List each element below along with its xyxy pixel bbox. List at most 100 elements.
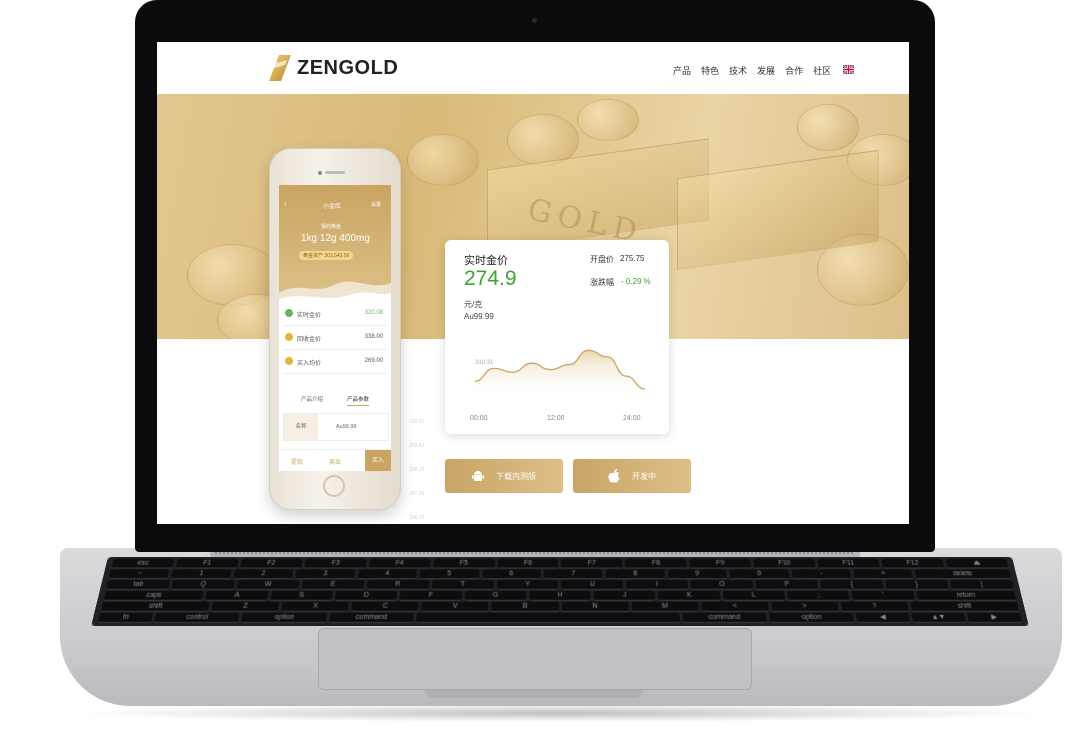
back-icon[interactable]: ‹: [284, 199, 287, 208]
key[interactable]: F1: [175, 558, 239, 569]
key[interactable]: X: [281, 601, 350, 612]
key[interactable]: }: [885, 580, 949, 590]
key[interactable]: ▶: [967, 612, 1022, 623]
key[interactable]: F2: [239, 558, 303, 569]
key[interactable]: 5: [419, 569, 479, 580]
nav-item-features[interactable]: 特色: [701, 64, 719, 77]
key[interactable]: U: [561, 580, 624, 590]
key[interactable]: W: [236, 580, 300, 590]
apple-icon: [608, 469, 620, 483]
key[interactable]: command: [682, 612, 768, 623]
key[interactable]: ?: [840, 601, 909, 612]
key[interactable]: caps: [103, 590, 205, 601]
buy-button[interactable]: 买入: [365, 450, 391, 471]
key[interactable]: return: [915, 590, 1017, 601]
key[interactable]: M: [631, 601, 699, 612]
key[interactable]: F3: [304, 558, 367, 569]
key[interactable]: F9: [689, 558, 752, 569]
price-chart: 310.31 00:00 12:00 24:00: [470, 349, 646, 422]
key[interactable]: 9: [667, 569, 728, 580]
key[interactable]: ◀: [856, 612, 911, 623]
key[interactable]: ▲▼: [911, 612, 967, 623]
nav-item-cooperation[interactable]: 合作: [785, 64, 803, 77]
key[interactable]: Z: [211, 601, 280, 612]
key[interactable]: option: [769, 612, 855, 623]
key[interactable]: 1: [170, 569, 232, 580]
app-settings[interactable]: 设置: [371, 201, 381, 208]
trackpad[interactable]: [318, 628, 752, 690]
tab-product-params[interactable]: 产品参数: [347, 395, 370, 406]
key[interactable]: {: [820, 580, 884, 590]
tab-product-intro[interactable]: 产品介绍: [301, 395, 323, 403]
key[interactable]: ;: [787, 590, 850, 601]
app-row-avg-price[interactable]: 买入均价 269.00: [283, 351, 387, 374]
key[interactable]: shift: [910, 601, 1020, 612]
key[interactable]: esc: [111, 558, 175, 569]
key[interactable]: F7: [561, 558, 623, 569]
key[interactable]: F10: [753, 558, 816, 569]
nav-item-products[interactable]: 产品: [673, 64, 691, 77]
key[interactable]: D: [334, 590, 398, 601]
key[interactable]: shift: [100, 601, 210, 612]
key[interactable]: F6: [497, 558, 559, 569]
sell-button[interactable]: 卖出: [329, 457, 341, 466]
key[interactable]: T: [431, 580, 494, 590]
key[interactable]: B: [491, 601, 559, 612]
key[interactable]: S: [270, 590, 333, 601]
key[interactable]: >: [770, 601, 839, 612]
app-row-realtime-price[interactable]: 实时金价 320.08: [283, 303, 387, 326]
download-beta-button[interactable]: 下载内测版: [445, 459, 563, 493]
nav-item-development[interactable]: 发展: [757, 64, 775, 77]
key[interactable]: I: [626, 580, 689, 590]
key[interactable]: Q: [171, 580, 235, 590]
key[interactable]: |: [949, 580, 1014, 590]
withdraw-button[interactable]: 提现: [291, 457, 303, 466]
key[interactable]: H: [529, 590, 591, 601]
key[interactable]: K: [658, 590, 721, 601]
key[interactable]: L: [722, 590, 786, 601]
key[interactable]: A: [205, 590, 269, 601]
uk-flag-icon[interactable]: [843, 65, 854, 74]
key[interactable]: ⏏: [945, 558, 1009, 569]
key[interactable]: 7: [543, 569, 603, 580]
ios-developing-button[interactable]: 开发中: [573, 459, 691, 493]
key[interactable]: F5: [432, 558, 495, 569]
key[interactable]: C: [351, 601, 420, 612]
key[interactable]: Y: [496, 580, 559, 590]
key[interactable]: F4: [368, 558, 431, 569]
key[interactable]: J: [593, 590, 656, 601]
key[interactable]: F11: [817, 558, 881, 569]
key[interactable]: O: [690, 580, 754, 590]
key[interactable]: V: [421, 601, 489, 612]
key[interactable]: delete: [914, 569, 1012, 580]
key[interactable]: R: [366, 580, 429, 590]
key[interactable]: option: [241, 612, 327, 623]
key[interactable]: 4: [357, 569, 418, 580]
key[interactable]: ~: [108, 569, 170, 580]
key[interactable]: ': [851, 590, 915, 601]
key[interactable]: F8: [625, 558, 688, 569]
nav-item-technology[interactable]: 技术: [729, 64, 747, 77]
key[interactable]: command: [328, 612, 414, 623]
brand-logo[interactable]: ZENGOLD: [269, 55, 398, 81]
key[interactable]: [416, 612, 680, 623]
key[interactable]: E: [301, 580, 365, 590]
key[interactable]: 0: [729, 569, 790, 580]
key[interactable]: F12: [881, 558, 945, 569]
key[interactable]: F: [399, 590, 462, 601]
key[interactable]: G: [464, 590, 527, 601]
key[interactable]: control: [153, 612, 240, 623]
key[interactable]: P: [755, 580, 819, 590]
key[interactable]: 2: [232, 569, 294, 580]
key[interactable]: 3: [295, 569, 356, 580]
nav-item-community[interactable]: 社区: [813, 64, 831, 77]
key[interactable]: 8: [605, 569, 666, 580]
key[interactable]: tab: [106, 580, 171, 590]
key[interactable]: N: [561, 601, 629, 612]
key[interactable]: <: [701, 601, 769, 612]
key[interactable]: fn: [98, 612, 153, 623]
key[interactable]: 6: [481, 569, 541, 580]
key[interactable]: -: [791, 569, 852, 580]
app-row-recycle-price[interactable]: 回收金价 338.00: [283, 327, 387, 350]
key[interactable]: +: [853, 569, 914, 580]
